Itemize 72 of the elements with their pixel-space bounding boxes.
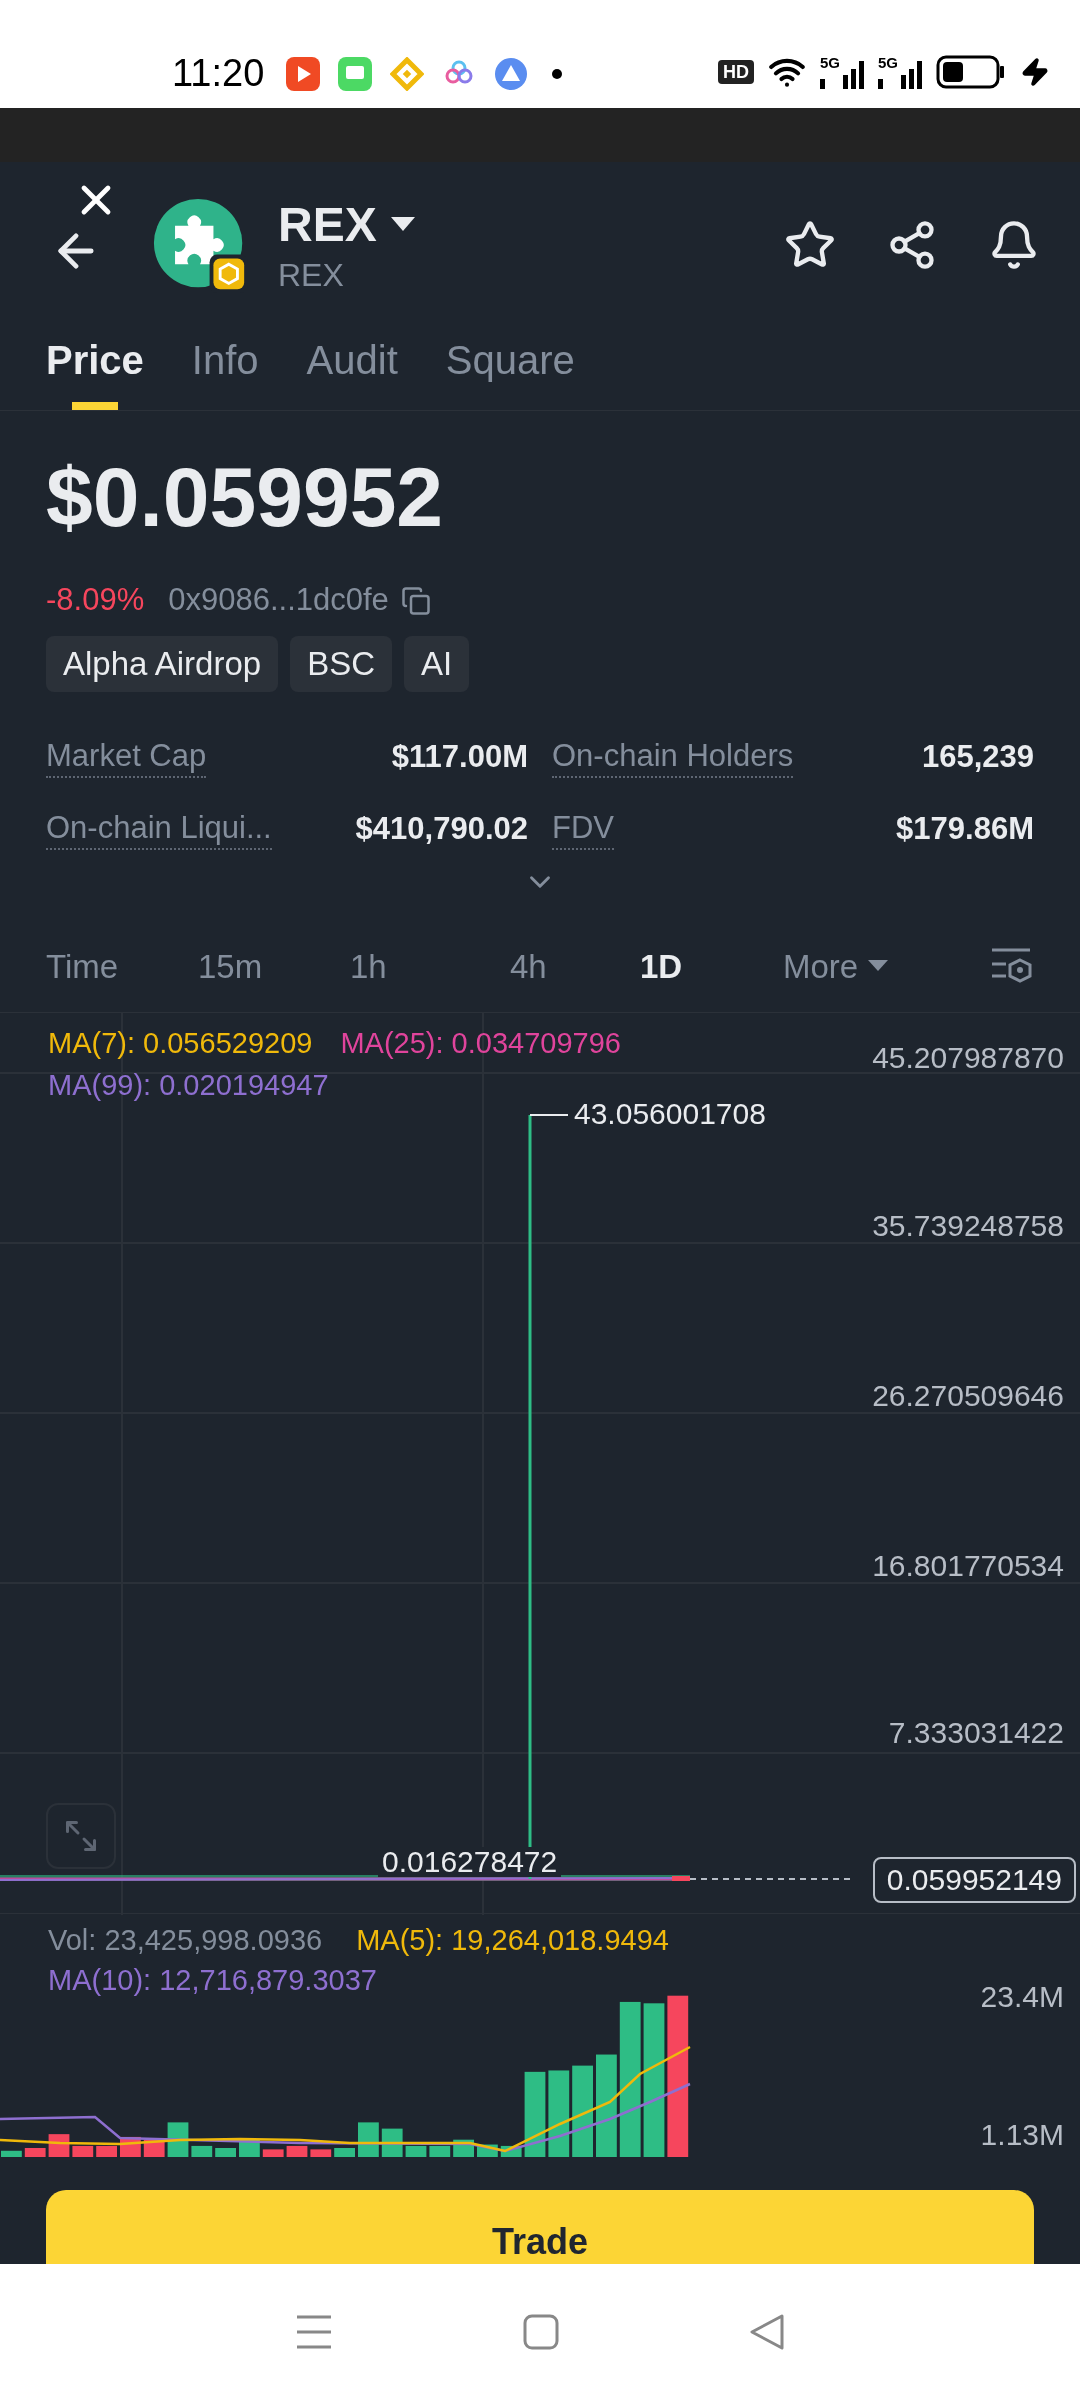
tab[interactable]: Info	[191, 319, 259, 411]
caret-icon	[868, 960, 889, 973]
back-triangle-icon[interactable]	[749, 2313, 785, 2351]
volume-axis-label: 23.4M	[980, 1981, 1064, 2012]
volume-indicator: Vol: 23,425,998.0936	[48, 1922, 323, 1958]
interval-tab[interactable]: 1h	[350, 941, 387, 992]
stat-label[interactable]: FDV	[552, 809, 614, 851]
caret-icon[interactable]	[390, 216, 415, 233]
stat-value: 165,239	[921, 737, 1034, 776]
chat-app-icon	[338, 57, 373, 91]
price-change: -8.09%	[46, 581, 145, 620]
fullscreen-button[interactable]	[46, 1802, 116, 1869]
tag: AI	[404, 635, 470, 692]
menu-icon[interactable]	[295, 2313, 333, 2351]
token-title[interactable]: REX	[278, 194, 377, 255]
volume-bar	[310, 2149, 332, 2157]
ma-indicator: MA(7): 0.056529209	[48, 1025, 313, 1061]
tab[interactable]: Audit	[306, 319, 398, 411]
stat-value: $117.00M	[391, 737, 528, 776]
copy-icon[interactable]	[400, 585, 431, 616]
last-price-box: 0.059952149	[872, 1856, 1076, 1903]
tag: BSC	[290, 635, 392, 692]
diamond-app-icon	[390, 57, 425, 91]
volume-bar	[500, 2145, 522, 2157]
token-subtitle: REX	[278, 255, 345, 295]
volume-bar	[286, 2145, 308, 2157]
interval-tab[interactable]: 1D	[640, 941, 683, 992]
volume-bar	[72, 2145, 94, 2157]
volume-bar	[262, 2149, 284, 2157]
price-value: $0.059952	[46, 455, 445, 540]
volume-bar	[215, 2147, 236, 2157]
interval-tab[interactable]: 4h	[510, 941, 547, 992]
low-price-label: 0.016278472	[378, 1846, 562, 1877]
ma-indicator: MA(99): 0.020194947	[48, 1068, 330, 1103]
volume-bar	[191, 2145, 213, 2157]
volume-bar	[24, 2147, 46, 2157]
high-price-label: 43.056001708	[574, 1098, 766, 1129]
home-square-icon[interactable]	[523, 2314, 559, 2350]
triangle-app-icon	[494, 57, 529, 91]
volume-axis-label: 1.13M	[980, 2119, 1064, 2150]
volume-bar	[334, 2147, 355, 2157]
stat-label[interactable]: On-chain Holders	[552, 736, 794, 778]
tab-underline	[71, 402, 118, 411]
price-axis-label: 16.801770534	[872, 1550, 1064, 1581]
stat-label[interactable]: On-chain Liqui...	[46, 809, 272, 851]
price-axis-label: 45.207987870	[872, 1042, 1064, 1073]
volume-indicator: MA(5): 19,264,018.9494	[356, 1922, 669, 1958]
price-axis-label: 7.333031422	[888, 1717, 1064, 1748]
tab[interactable]: Square	[445, 319, 575, 411]
stat-label[interactable]: Market Cap	[46, 736, 207, 778]
contract-address: 0x9086...1dc0fe	[168, 581, 389, 620]
stat-value: $179.86M	[896, 810, 1034, 849]
trade-button[interactable]: Trade	[46, 2190, 1034, 2264]
stat-value: $410,790.02	[355, 810, 528, 849]
tab[interactable]: Price	[46, 319, 144, 411]
ma-indicator: MA(25): 0.034709796	[340, 1025, 621, 1061]
price-axis-label: 26.270509646	[872, 1380, 1064, 1411]
interval-label: Time	[46, 946, 120, 987]
tag: Alpha Airdrop	[46, 635, 279, 692]
price-axis-label: 35.739248758	[872, 1210, 1064, 1241]
more-dropdown[interactable]: More	[783, 941, 889, 992]
volume-bar	[405, 2145, 427, 2157]
volume-bar	[1, 2150, 22, 2157]
volume-bar	[429, 2145, 451, 2157]
volume-bar	[96, 2145, 117, 2157]
hd-badge: HD	[717, 60, 754, 84]
battery-icon	[936, 55, 1006, 89]
volume-indicator: MA(10): 12,716,879.3037	[48, 1962, 378, 1998]
play-app-icon	[286, 57, 321, 91]
interval-tab[interactable]: 15m	[198, 941, 263, 992]
status-time: 11:20	[172, 54, 265, 92]
charging-icon	[1020, 57, 1050, 87]
